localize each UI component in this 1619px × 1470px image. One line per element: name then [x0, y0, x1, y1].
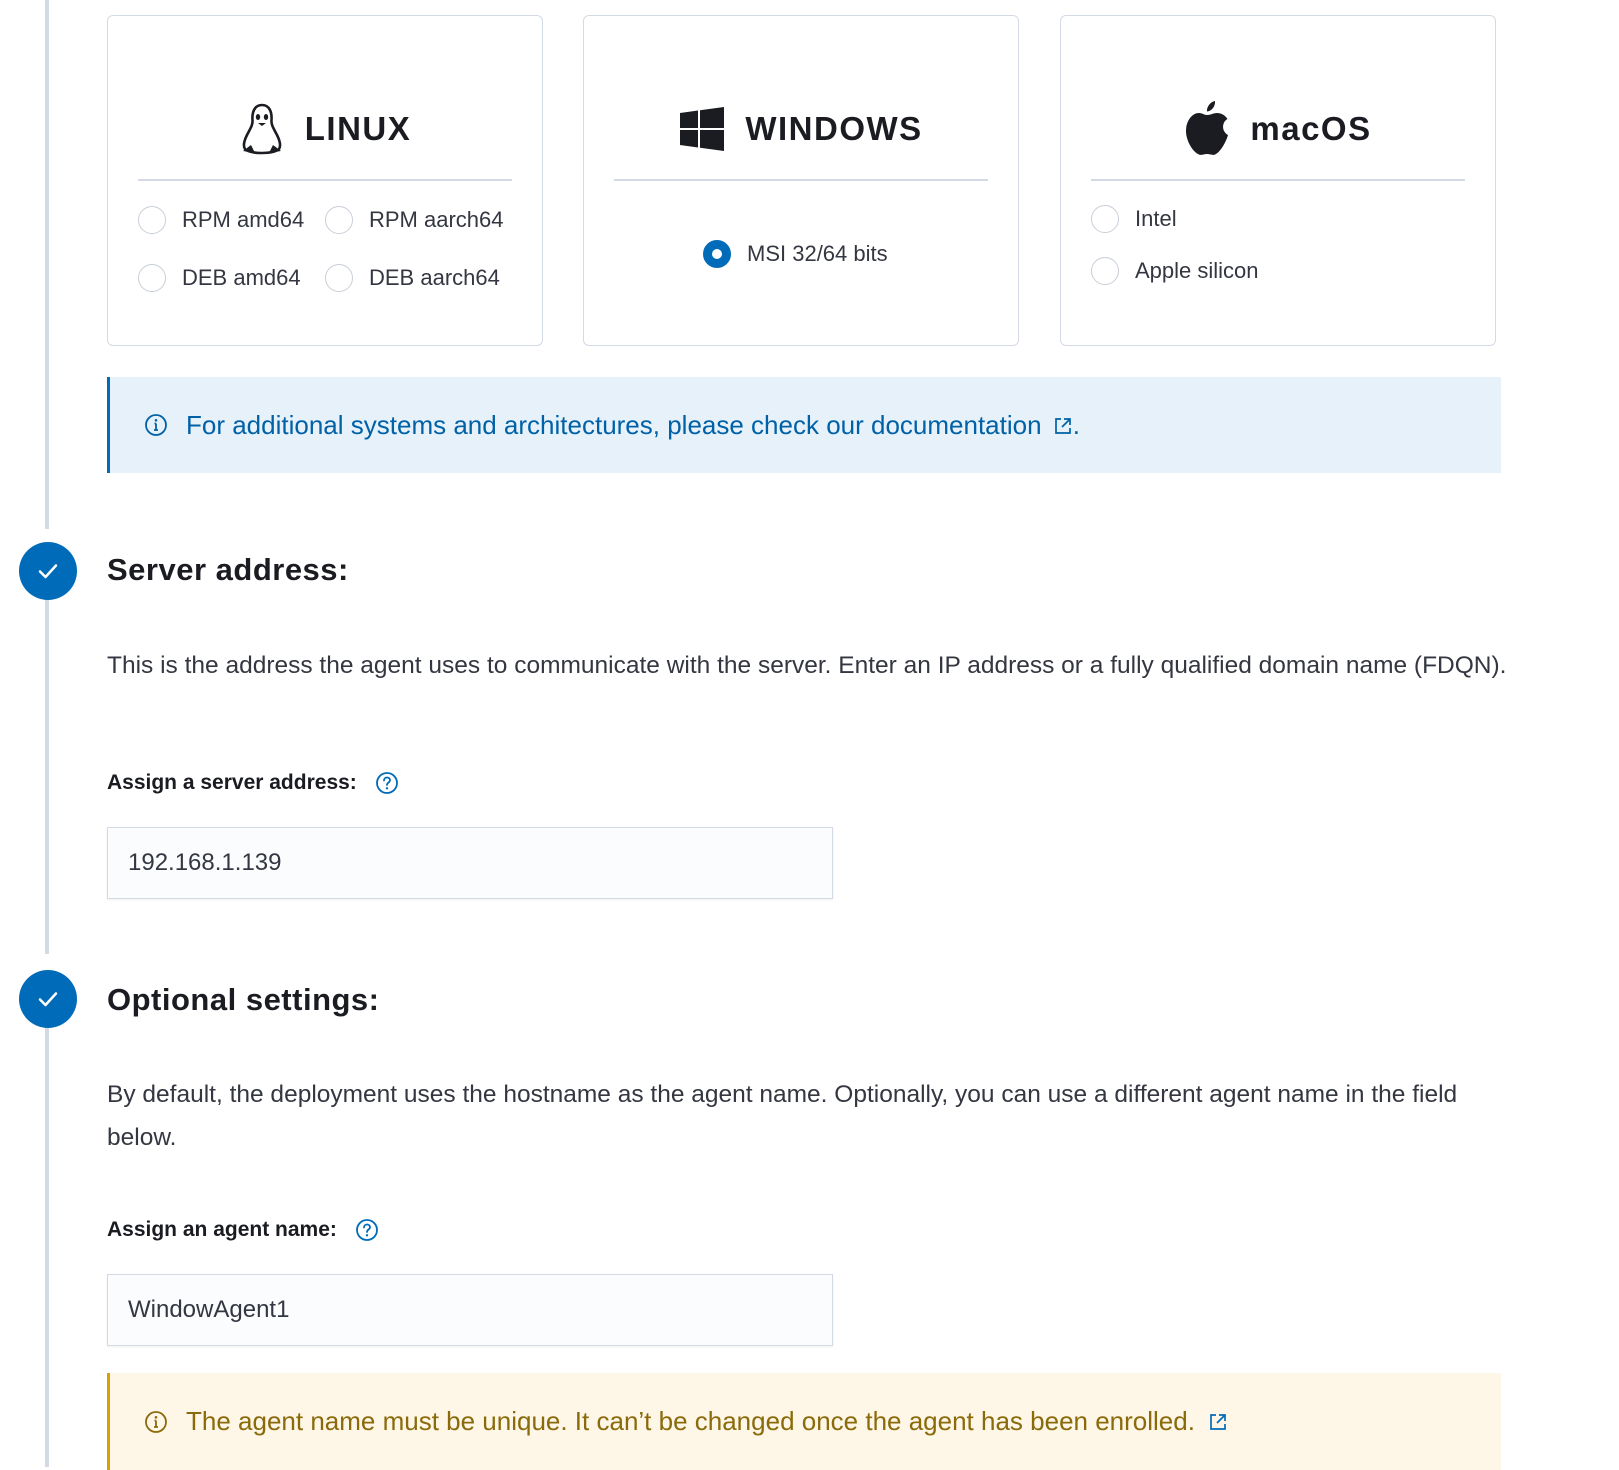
agent-name-label-row: Assign an agent name:: [107, 1218, 379, 1242]
step-complete-indicator: [19, 542, 77, 600]
info-icon: [145, 414, 167, 436]
penguin-icon: [242, 103, 282, 155]
warning-callout-text: The agent name must be unique. It can’t …: [186, 1406, 1228, 1437]
checkmark-icon: [38, 992, 58, 1007]
server-address-description: This is the address the agent uses to co…: [107, 652, 1507, 679]
radio-label: MSI 32/64 bits: [747, 241, 888, 266]
os-card-header: WINDOWS: [614, 71, 988, 181]
os-card-linux: LINUX RPM amd64 RPM aarch64 DEB amd64 DE…: [107, 15, 543, 346]
radio-circle[interactable]: [138, 264, 166, 292]
os-card-title: WINDOWS: [745, 110, 923, 147]
os-card-header: LINUX: [138, 71, 512, 181]
radio-label: RPM aarch64: [369, 207, 504, 232]
warning-text: The agent name must be unique. It can’t …: [186, 1406, 1195, 1436]
server-address-label-row: Assign a server address:: [107, 771, 399, 795]
os-card-title: macOS: [1250, 110, 1372, 147]
radio-label: DEB amd64: [182, 265, 301, 290]
step-title-server-address: Server address:: [107, 552, 349, 587]
apple-logo-icon: [1186, 101, 1229, 155]
timeline-line: [45, 1027, 49, 1467]
radio-circle[interactable]: [138, 206, 166, 234]
help-icon[interactable]: [355, 1218, 379, 1242]
radio-msi-32-64[interactable]: MSI 32/64 bits: [703, 240, 888, 268]
info-callout-suffix: .: [1072, 409, 1081, 440]
info-callout: For additional systems and architectures…: [107, 377, 1501, 473]
radio-label: Intel: [1135, 206, 1177, 231]
radio-apple-silicon[interactable]: Apple silicon: [1091, 257, 1259, 285]
server-address-input[interactable]: [107, 827, 833, 899]
radio-circle[interactable]: [325, 206, 353, 234]
radio-label: DEB aarch64: [369, 265, 500, 290]
radio-circle[interactable]: [1091, 205, 1119, 233]
info-icon: [145, 1410, 167, 1433]
os-card-header: macOS: [1091, 71, 1465, 181]
radio-label: Apple silicon: [1135, 258, 1259, 283]
windows-logo-icon: [680, 107, 725, 151]
server-address-label: Assign a server address:: [107, 771, 357, 794]
radio-rpm-amd64[interactable]: RPM amd64: [138, 206, 304, 234]
radio-circle[interactable]: [1091, 257, 1119, 285]
step-title-optional-settings: Optional settings:: [107, 982, 380, 1017]
os-card-windows: WINDOWS MSI 32/64 bits: [583, 15, 1019, 346]
radio-deb-amd64[interactable]: DEB amd64: [138, 264, 301, 292]
radio-deb-aarch64[interactable]: DEB aarch64: [325, 264, 500, 292]
agent-name-input[interactable]: [107, 1274, 833, 1346]
warning-callout: The agent name must be unique. It can’t …: [107, 1373, 1501, 1470]
radio-label: RPM amd64: [182, 207, 305, 232]
documentation-link[interactable]: For additional systems and architectures…: [186, 410, 1042, 440]
radio-rpm-aarch64[interactable]: RPM aarch64: [325, 206, 504, 234]
external-link-icon[interactable]: [1053, 416, 1073, 436]
radio-circle[interactable]: [325, 264, 353, 292]
optional-settings-description: By default, the deployment uses the host…: [107, 1081, 1458, 1151]
os-card-macos: macOS Intel Apple silicon: [1060, 15, 1496, 346]
info-callout-text: For additional systems and architectures…: [186, 410, 1080, 441]
timeline-line: [45, 0, 49, 529]
external-link-icon[interactable]: [1208, 1412, 1228, 1432]
help-icon[interactable]: [375, 771, 399, 795]
agent-name-label: Assign an agent name:: [107, 1218, 337, 1241]
timeline-line: [45, 599, 49, 954]
radio-intel[interactable]: Intel: [1091, 205, 1177, 233]
os-card-title: LINUX: [304, 110, 412, 147]
step-complete-indicator: [19, 970, 77, 1028]
checkmark-icon: [38, 564, 58, 579]
radio-circle-selected[interactable]: [703, 240, 731, 268]
